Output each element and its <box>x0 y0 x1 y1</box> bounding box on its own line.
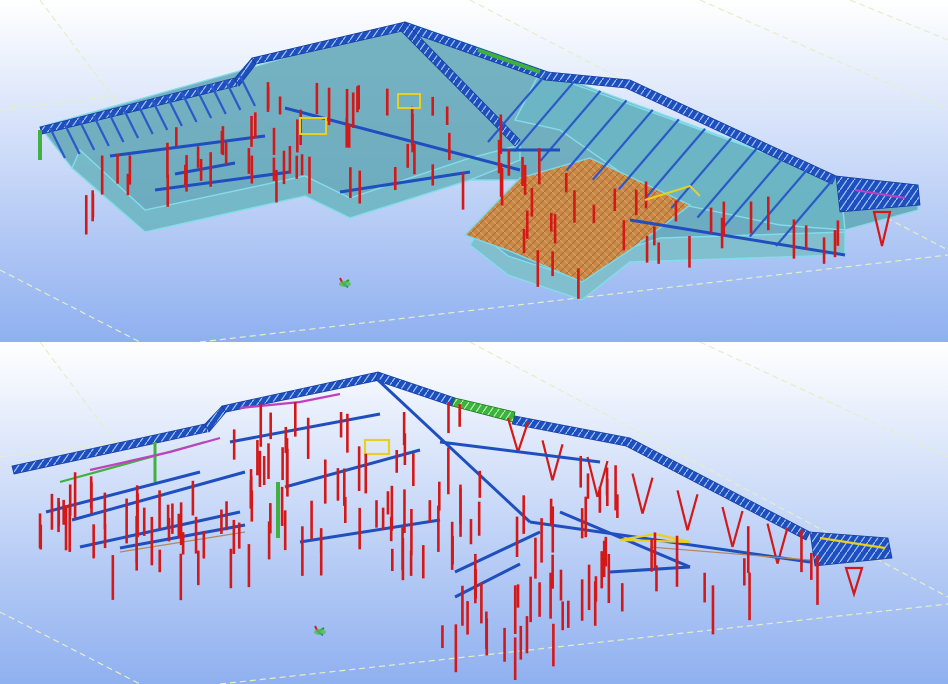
model-canvas-top[interactable] <box>0 0 948 342</box>
viewport-top[interactable] <box>0 0 948 342</box>
model-canvas-bottom[interactable] <box>0 342 948 684</box>
background <box>0 342 948 684</box>
viewport-bottom[interactable] <box>0 342 948 684</box>
